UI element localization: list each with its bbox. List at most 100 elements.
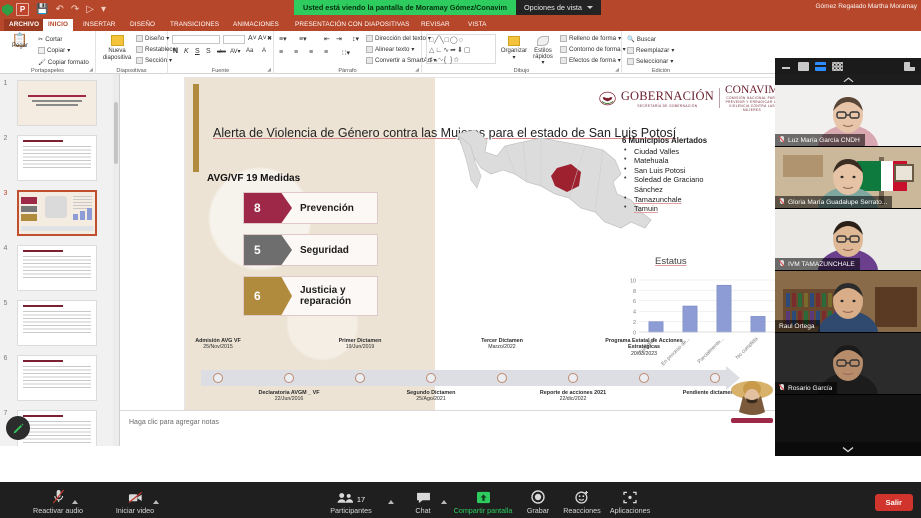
scroll-down-participants[interactable] bbox=[775, 442, 921, 456]
select-button[interactable]: Seleccionar▾ bbox=[627, 58, 673, 65]
justify-button[interactable]: ≡ bbox=[324, 49, 328, 56]
tab-revisar[interactable]: REVISAR bbox=[416, 19, 455, 31]
leave-meeting-button[interactable]: Salir bbox=[875, 494, 913, 511]
font-size-select[interactable] bbox=[223, 35, 245, 44]
tab-transiciones[interactable]: TRANSICIONES bbox=[165, 19, 224, 31]
arrange-button[interactable]: Organizar▾ bbox=[500, 36, 528, 62]
slide-thumbnail[interactable]: 3 bbox=[17, 190, 97, 236]
customize-qat-icon[interactable]: ▾ bbox=[101, 5, 106, 15]
slide-thumbnail[interactable]: 2 bbox=[17, 135, 97, 181]
decrease-font-size-button[interactable]: A˅ bbox=[258, 35, 267, 42]
format-painter-button[interactable]: 🖌 Copiar formato bbox=[38, 58, 89, 66]
italic-button[interactable]: K bbox=[184, 48, 189, 55]
slide-preview bbox=[17, 245, 97, 291]
popout-icon[interactable] bbox=[904, 62, 915, 71]
participants-button[interactable]: 17 Participantes bbox=[311, 488, 391, 515]
shape-effects-button[interactable]: Efectos de forma▾ bbox=[560, 57, 621, 64]
fuente-dialog-launcher[interactable]: ◢ bbox=[267, 67, 271, 73]
copy-button[interactable]: Copiar▾ bbox=[38, 47, 70, 54]
numbering-button[interactable]: ≡▾ bbox=[299, 35, 307, 43]
tab-diseno[interactable]: DISEÑO bbox=[125, 19, 160, 31]
dibujo-dialog-launcher[interactable]: ◢ bbox=[615, 67, 619, 73]
save-icon[interactable]: 💾 bbox=[36, 5, 48, 15]
slide-thumbnail-pane[interactable]: 12345678 bbox=[0, 74, 120, 446]
shadow-button[interactable]: S bbox=[206, 48, 211, 55]
participant-tile[interactable]: IVM TAMAZUNCHALE bbox=[775, 209, 921, 271]
slide-number: 2 bbox=[4, 135, 8, 142]
measure-count: 6 bbox=[244, 277, 292, 315]
tab-animaciones[interactable]: ANIMACIONES bbox=[228, 19, 284, 31]
tab-insertar[interactable]: INSERTAR bbox=[78, 19, 121, 31]
columns-button[interactable]: ∷▾ bbox=[342, 49, 350, 57]
apps-button[interactable]: Aplicaciones bbox=[590, 488, 670, 515]
participant-tile[interactable]: Rosario García bbox=[775, 333, 921, 395]
participant-tile[interactable]: Gloria María Guadalupe Serrato... bbox=[775, 147, 921, 209]
minimize-icon[interactable] bbox=[781, 62, 792, 71]
participant-tile[interactable]: Raul Ortega bbox=[775, 271, 921, 333]
new-slide-button[interactable]: Nueva diapositiva bbox=[100, 35, 134, 62]
participant-tile[interactable]: Luz María García CNDH bbox=[775, 85, 921, 147]
measure-count: 5 bbox=[244, 235, 292, 265]
strikethrough-button[interactable]: abc bbox=[217, 49, 226, 55]
align-center-button[interactable]: ≡ bbox=[294, 49, 298, 56]
shape-outline-button[interactable]: Contorno de forma▾ bbox=[560, 46, 626, 53]
redo-icon[interactable]: ↷ bbox=[71, 5, 79, 15]
mic-muted-icon bbox=[779, 198, 785, 206]
slide-thumbnail[interactable]: 6 bbox=[17, 355, 97, 401]
svg-text:10: 10 bbox=[630, 278, 636, 284]
font-family-select[interactable] bbox=[172, 35, 220, 44]
change-case-button[interactable]: Aa bbox=[246, 48, 253, 54]
undo-icon[interactable]: ↶ bbox=[55, 5, 63, 15]
layout-button[interactable]: Diseño▾ bbox=[136, 35, 169, 42]
shapes-gallery[interactable]: □╱╲□◯○△∟∿➦⬇▢♯⤷∿{ }☆ bbox=[426, 34, 496, 64]
ministry-subtitle: SECRETARÍA DE GOBERNACIÓN bbox=[621, 104, 714, 108]
parrafo-dialog-launcher[interactable]: ◢ bbox=[415, 67, 419, 73]
unmute-button[interactable]: Reactivar audio bbox=[18, 488, 98, 515]
annotate-button[interactable] bbox=[6, 416, 30, 440]
split-view-icon[interactable] bbox=[815, 62, 826, 71]
slide-thumbnail[interactable]: 1 bbox=[17, 80, 97, 126]
line-spacing-button[interactable]: ↕▾ bbox=[352, 35, 359, 43]
font-color-button[interactable]: A bbox=[262, 48, 266, 54]
increase-font-size-button[interactable]: A˅ bbox=[248, 35, 257, 42]
bullets-button[interactable]: ≡▾ bbox=[279, 35, 287, 43]
paste-button[interactable]: 📋 Pegar bbox=[6, 36, 34, 50]
character-spacing-button[interactable]: AV▾ bbox=[230, 48, 241, 55]
shape-fill-button[interactable]: Relleno de forma▾ bbox=[560, 35, 621, 42]
align-left-button[interactable]: ≡ bbox=[279, 49, 283, 56]
portapapeles-dialog-launcher[interactable]: ◢ bbox=[89, 67, 93, 73]
chevron-down-icon bbox=[842, 446, 854, 453]
current-slide[interactable]: GOBERNACIÓN SECRETARÍA DE GOBERNACIÓN CO… bbox=[185, 78, 787, 430]
find-button[interactable]: 🔍 Buscar bbox=[627, 35, 656, 43]
decrease-indent-button[interactable]: ⇤ bbox=[324, 35, 330, 43]
section-button[interactable]: Sección▾ bbox=[136, 57, 172, 64]
speaker-view-icon[interactable] bbox=[798, 62, 809, 71]
align-text-button[interactable]: Alinear texto▾ bbox=[366, 46, 415, 53]
bold-button[interactable]: N bbox=[173, 48, 178, 55]
tab-archivo[interactable]: ARCHIVO bbox=[4, 19, 44, 31]
tab-presentacion[interactable]: PRESENTACIÓN CON DIAPOSITIVAS bbox=[290, 19, 415, 31]
start-slideshow-icon[interactable]: ▷ bbox=[86, 5, 94, 15]
account-name[interactable]: Gómez Regalado Martha Moramay bbox=[815, 3, 917, 10]
gallery-view-icon[interactable] bbox=[832, 62, 843, 71]
slide-thumbnail[interactable]: 4 bbox=[17, 245, 97, 291]
video-options-caret[interactable] bbox=[153, 500, 159, 504]
view-options-button[interactable]: Opciones de vista bbox=[516, 0, 601, 15]
collapse-panel-button[interactable] bbox=[775, 74, 921, 85]
clear-formatting-button[interactable]: ✖ bbox=[267, 35, 272, 42]
audio-options-caret[interactable] bbox=[72, 500, 78, 504]
thumbnail-scrollbar[interactable] bbox=[113, 74, 119, 446]
quick-styles-button[interactable]: Estilos rápidos▾ bbox=[530, 36, 556, 67]
powerpoint-icon: P bbox=[16, 3, 29, 16]
tab-inicio[interactable]: INICIO bbox=[43, 19, 73, 31]
align-right-button[interactable]: ≡ bbox=[309, 49, 313, 56]
increase-indent-button[interactable]: ⇥ bbox=[336, 35, 342, 43]
tab-vista[interactable]: VISTA bbox=[463, 19, 492, 31]
start-video-button[interactable]: Iniciar video bbox=[95, 488, 175, 515]
underline-button[interactable]: S bbox=[195, 48, 200, 55]
replace-button[interactable]: Reemplazar▾ bbox=[627, 47, 674, 54]
copy-icon bbox=[38, 47, 45, 54]
replace-icon bbox=[627, 47, 634, 54]
cut-button[interactable]: ✂ Cortar bbox=[38, 36, 62, 43]
slide-thumbnail[interactable]: 5 bbox=[17, 300, 97, 346]
